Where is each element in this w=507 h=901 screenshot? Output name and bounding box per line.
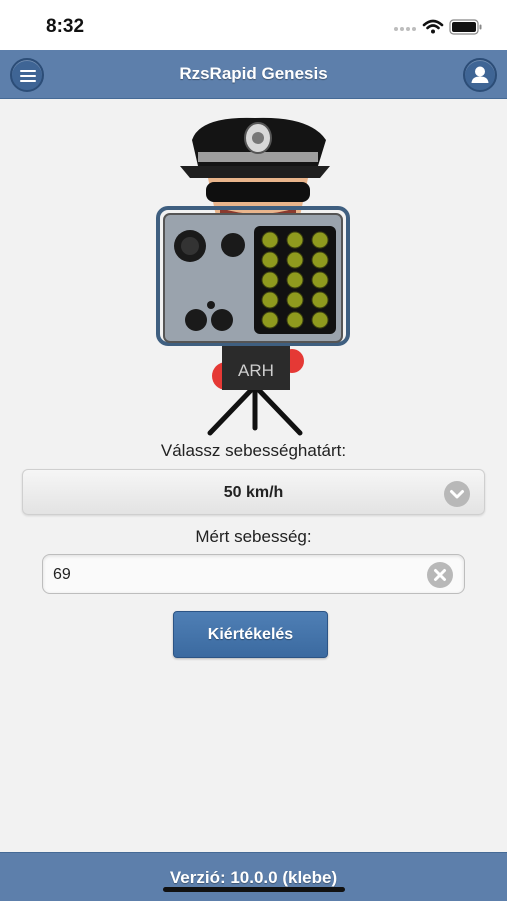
clear-input-button[interactable] [427, 562, 453, 588]
radar-police-illustration: ARH [150, 108, 360, 438]
police-cap-graphic [180, 117, 330, 178]
device-label: ARH [238, 361, 274, 380]
wifi-icon [422, 19, 444, 34]
version-text: Verzió: 10.0.0 (klebe) [169, 868, 338, 887]
speed-limit-label: Válassz sebességhatárt: [160, 441, 347, 460]
measured-speed-field [42, 554, 465, 594]
measured-speed-input[interactable] [51, 561, 415, 589]
status-time: 8:32 [46, 16, 85, 37]
close-icon [434, 569, 446, 581]
app-header: RzsRapid Genesis [0, 50, 507, 99]
footer: Verzió: 10.0.0 (klebe) [0, 852, 507, 901]
cellular-dots-icon [394, 27, 416, 31]
measured-speed-label: Mért sebesség: [195, 527, 312, 546]
speed-limit-value: 50 km/h [223, 484, 284, 501]
status-bar: 8:32 [0, 0, 507, 50]
chevron-down-icon [444, 481, 470, 507]
tripod-graphic [207, 383, 303, 436]
status-icons [393, 17, 485, 37]
battery-icon [449, 19, 482, 35]
page-title: RzsRapid Genesis [179, 64, 328, 83]
speed-limit-select[interactable]: 50 km/h [22, 469, 485, 515]
home-indicator [163, 887, 345, 892]
user-button[interactable] [463, 58, 497, 92]
evaluate-button[interactable]: Kiértékelés [173, 611, 328, 658]
user-icon [471, 66, 489, 83]
